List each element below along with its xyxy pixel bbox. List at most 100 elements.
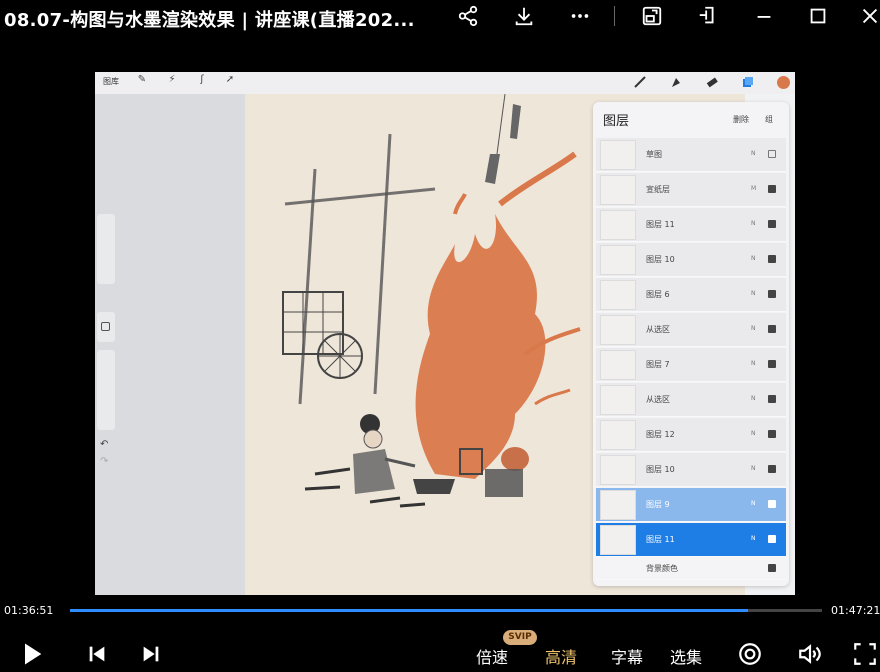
- previous-icon[interactable]: [86, 643, 108, 665]
- blend-mode[interactable]: N: [751, 360, 756, 367]
- layer-thumbnail: [600, 210, 636, 240]
- blend-mode[interactable]: N: [751, 220, 756, 227]
- modify-button[interactable]: [97, 312, 115, 342]
- layer-name: 图层 12: [646, 430, 675, 439]
- group-layers-button[interactable]: 组: [765, 114, 773, 125]
- visibility-checkbox[interactable]: [768, 150, 776, 158]
- layer-thumbnail: [600, 245, 636, 275]
- maximize-icon[interactable]: [804, 4, 832, 28]
- layers-panel: 图层 删除 组 草图 N 宣纸层 M 图层 11 N 图层 10 N 图层 6 N 从选区 N 图层 7…: [593, 102, 789, 586]
- delete-layer-button[interactable]: 删除: [733, 114, 749, 125]
- title-bar: 08.07-构图与水墨渲染效果 | 讲座课(直播202...: [0, 0, 880, 36]
- visibility-checkbox[interactable]: [768, 290, 776, 298]
- layer-thumbnail: [600, 280, 636, 310]
- visibility-checkbox[interactable]: [768, 395, 776, 403]
- layer-name: 图层 7: [646, 360, 670, 369]
- blend-mode[interactable]: N: [751, 150, 756, 157]
- progress-bar[interactable]: [70, 609, 822, 612]
- minimize-icon[interactable]: [750, 4, 778, 28]
- episodes-button[interactable]: 选集: [670, 644, 702, 668]
- pin-icon[interactable]: [694, 4, 722, 28]
- quality-button[interactable]: 高清: [545, 644, 577, 668]
- layer-row[interactable]: 图层 11 N: [596, 523, 786, 557]
- layer-name: 图层 10: [646, 465, 675, 474]
- speed-button[interactable]: 倍速: [476, 644, 508, 668]
- play-icon[interactable]: [18, 640, 46, 668]
- transform-icon[interactable]: ➚: [223, 74, 237, 90]
- select-icon[interactable]: ʃ: [195, 74, 209, 90]
- visibility-checkbox[interactable]: [768, 430, 776, 438]
- layer-name: 图层 11: [646, 535, 675, 544]
- layer-thumbnail: [600, 315, 636, 345]
- blend-mode[interactable]: N: [751, 465, 756, 472]
- video-frame[interactable]: 图库 ✎ ⚡ ʃ ➚ ↶ ↷ 图层 删除 组 草图 N 宣纸层 M 图层 11 …: [95, 72, 795, 595]
- visibility-checkbox[interactable]: [768, 500, 776, 508]
- layer-thumbnail: [600, 490, 636, 520]
- layer-row[interactable]: 宣纸层 M: [596, 173, 786, 207]
- video-player-window: 08.07-构图与水墨渲染效果 | 讲座课(直播202... 图库 ✎ ⚡ ʃ …: [0, 0, 880, 672]
- layer-name: 图层 10: [646, 255, 675, 264]
- more-icon[interactable]: [566, 4, 594, 28]
- blend-mode[interactable]: N: [751, 500, 756, 507]
- blend-mode[interactable]: N: [751, 430, 756, 437]
- subtitle-button[interactable]: 字幕: [611, 644, 643, 668]
- visibility-checkbox[interactable]: [768, 564, 776, 572]
- visibility-checkbox[interactable]: [768, 325, 776, 333]
- blend-mode[interactable]: N: [751, 290, 756, 297]
- video-title: 08.07-构图与水墨渲染效果 | 讲座课(直播202...: [4, 10, 415, 31]
- blend-mode[interactable]: N: [751, 255, 756, 262]
- wrench-icon[interactable]: ✎: [135, 74, 149, 90]
- visibility-checkbox[interactable]: [768, 255, 776, 263]
- blend-mode[interactable]: N: [751, 535, 756, 542]
- visibility-checkbox[interactable]: [768, 360, 776, 368]
- current-time: 01:36:51: [4, 604, 54, 617]
- undo-icon[interactable]: ↶: [100, 439, 108, 450]
- layer-thumbnail: [600, 350, 636, 380]
- layer-name: 从选区: [646, 325, 670, 334]
- volume-icon[interactable]: [797, 641, 823, 667]
- layer-row[interactable]: 图层 12 N: [596, 418, 786, 452]
- eraser-icon[interactable]: [705, 75, 719, 89]
- layers-title: 图层: [603, 114, 630, 129]
- layer-row[interactable]: 图层 10 N: [596, 243, 786, 277]
- layer-name: 草图: [646, 150, 662, 159]
- brush-icon[interactable]: [633, 75, 647, 89]
- title-divider: [614, 6, 615, 26]
- gallery-button[interactable]: 图库: [103, 76, 119, 87]
- layer-row[interactable]: 图层 6 N: [596, 278, 786, 312]
- layer-row[interactable]: 从选区 N: [596, 313, 786, 347]
- layer-row[interactable]: 从选区 N: [596, 383, 786, 417]
- picture-in-picture-icon[interactable]: [638, 4, 666, 28]
- layer-thumbnail: [600, 175, 636, 205]
- layer-row[interactable]: 图层 10 N: [596, 453, 786, 487]
- progress-fill: [70, 609, 749, 612]
- brush-size-slider[interactable]: [97, 214, 115, 284]
- layers-icon[interactable]: [741, 75, 755, 89]
- layer-row[interactable]: 背景颜色: [596, 558, 786, 580]
- opacity-slider[interactable]: [97, 350, 115, 430]
- layer-row[interactable]: 图层 9 N: [596, 488, 786, 522]
- adjust-icon[interactable]: ⚡: [165, 74, 179, 90]
- settings-icon[interactable]: [737, 641, 763, 667]
- color-picker[interactable]: [777, 76, 790, 89]
- layer-name: 图层 9: [646, 500, 670, 509]
- download-icon[interactable]: [510, 4, 538, 28]
- fullscreen-icon[interactable]: [852, 641, 878, 667]
- blend-mode[interactable]: N: [751, 395, 756, 402]
- share-icon[interactable]: [454, 4, 482, 28]
- smudge-icon[interactable]: [669, 75, 683, 89]
- next-icon[interactable]: [140, 643, 162, 665]
- visibility-checkbox[interactable]: [768, 220, 776, 228]
- layer-row[interactable]: 图层 7 N: [596, 348, 786, 382]
- blend-mode[interactable]: M: [751, 185, 756, 192]
- visibility-checkbox[interactable]: [768, 185, 776, 193]
- layer-row[interactable]: 草图 N: [596, 138, 786, 172]
- layer-name: 宣纸层: [646, 185, 670, 194]
- redo-icon[interactable]: ↷: [100, 456, 108, 467]
- visibility-checkbox[interactable]: [768, 465, 776, 473]
- visibility-checkbox[interactable]: [768, 535, 776, 543]
- layer-row[interactable]: 图层 11 N: [596, 208, 786, 242]
- close-icon[interactable]: [856, 4, 880, 28]
- blend-mode[interactable]: N: [751, 325, 756, 332]
- layer-name: 从选区: [646, 395, 670, 404]
